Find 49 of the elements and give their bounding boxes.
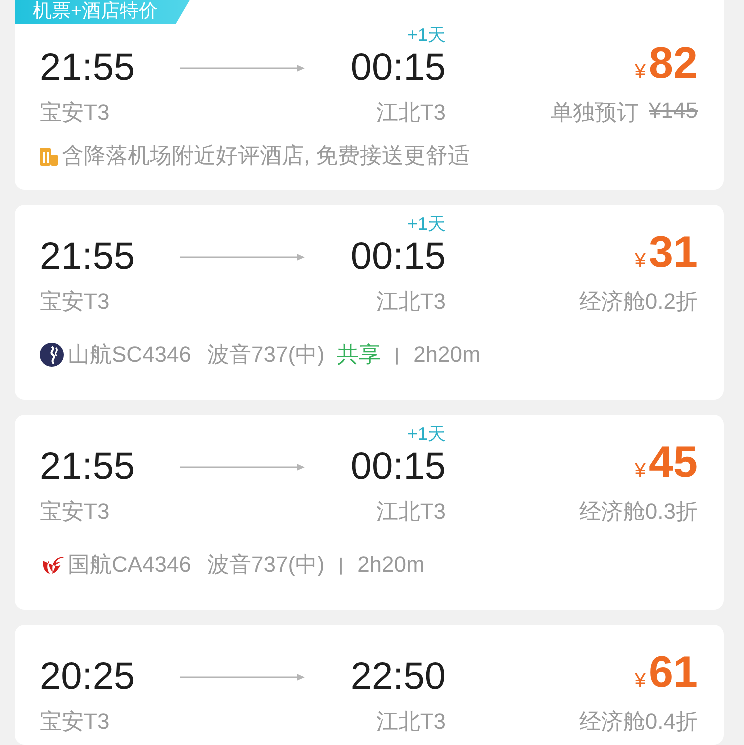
arrival-airport: 江北T3 [375,99,446,127]
original-price: ¥145 [649,98,698,125]
price-note: 经济舱0.2折 [579,288,698,316]
aircraft-type: 波音737(中) [208,341,325,369]
arrival-airport: 江北T3 [375,498,446,526]
flight-number: 山航SC4346 [68,341,192,369]
arrow-icon [180,461,305,473]
separator: | [394,344,400,366]
promo-tag: 机票+酒店特价 [15,0,190,24]
flight-card[interactable]: 机票+酒店特价 +1天 21:55 00:15 ¥82 宝安T3 江北T3 单独预订 ¥145 含降落机场附近好评酒店, 免费接送更舒适 [15,0,724,190]
arrival-time: 00:15 [350,46,446,90]
next-day-label: +1天 [406,214,446,234]
price: ¥31 [634,231,698,279]
aircraft-type: 波音737(中) [208,551,325,579]
arrival-time: 00:15 [350,445,446,489]
price: ¥45 [634,441,698,489]
flight-number: 国航CA4346 [68,551,192,579]
hotel-note: 含降落机场附近好评酒店, 免费接送更舒适 [62,142,470,170]
flight-duration: 2h20m [414,342,481,368]
flight-card[interactable]: +1天 21:55 00:15 ¥31 宝安T3 江北T3 经济舱0.2折 山航SC4346 波音737(中) 共享 | 2h20m [15,205,724,400]
flight-duration: 2h20m [358,552,425,578]
airline-logo-icon [40,343,64,367]
arrow-icon [180,251,305,263]
arrival-airport: 江北T3 [375,288,446,316]
departure-airport: 宝安T3 [40,288,111,316]
departure-airport: 宝安T3 [40,498,111,526]
separator: | [338,554,344,576]
departure-time: 21:55 [40,235,136,279]
departure-time: 21:55 [40,46,136,90]
building-icon [40,146,58,166]
arrow-icon [180,671,305,683]
price: ¥61 [634,651,698,699]
arrow-icon [180,62,305,74]
price-note: 经济舱0.3折 [579,498,698,526]
arrival-airport: 江北T3 [375,708,446,736]
codeshare-label: 共享 [336,341,381,369]
arrival-time: 22:50 [350,655,446,699]
flight-card[interactable]: 20:25 22:50 ¥61 宝安T3 江北T3 经济舱0.4折 [15,625,724,745]
price: ¥82 [634,42,698,90]
departure-time: 21:55 [40,445,136,489]
flight-card[interactable]: +1天 21:55 00:15 ¥45 宝安T3 江北T3 经济舱0.3折 国航CA4346 波音737(中) | 2h20m [15,415,724,610]
departure-airport: 宝安T3 [40,99,111,127]
next-day-label: +1天 [406,424,446,444]
departure-time: 20:25 [40,655,136,699]
price-note: 经济舱0.4折 [579,708,698,736]
arrival-time: 00:15 [350,235,446,279]
departure-airport: 宝安T3 [40,708,111,736]
next-day-label: +1天 [406,25,446,45]
price-note: 单独预订 [551,99,640,127]
